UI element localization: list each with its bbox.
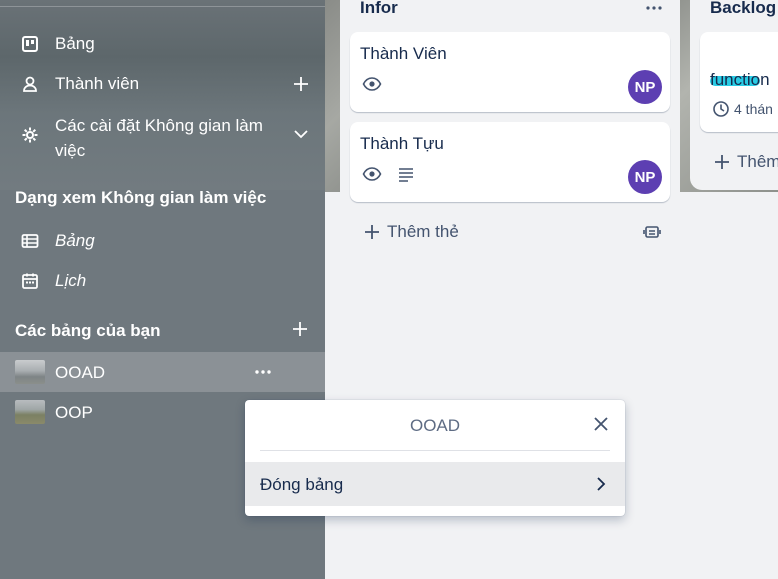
person-icon [20,74,40,94]
list-infor: Infor Thành Viên NP Thành Tựu NP Thêm th… [340,0,680,260]
gear-icon [20,125,40,145]
card-title: Thành Viên [360,44,447,63]
sidebar-item-label: Các cài đặt Không gian làm việc [55,113,263,163]
sidebar-item-label-line2: việc [55,141,86,160]
list-title[interactable]: Backlog [710,0,776,18]
card-thanh-tuu[interactable]: Thành Tựu NP [350,122,670,202]
sidebar-item-workspace-settings[interactable]: Các cài đặt Không gian làm việc [0,113,325,161]
board-icon [20,34,40,54]
card-title: Thành Tựu [360,134,444,153]
list-backlog: Backlog function 4 thán Thêm [690,0,778,190]
board-thumbnail [15,360,45,384]
due-date-badge: 4 thán [712,100,773,118]
card-function[interactable]: function 4 thán [700,32,778,132]
due-date-text: 4 thán [734,101,773,117]
sidebar-item-calendar-view[interactable]: Lịch [0,270,325,292]
board-name: OOAD [55,363,106,382]
card-title: function [710,70,770,89]
popover-title: OOAD [409,416,461,435]
chevron-down-icon[interactable] [291,124,311,144]
description-icon [396,164,416,184]
add-board-plus-icon[interactable] [291,320,311,340]
sidebar-item-label: Bảng [55,34,95,53]
eye-icon [362,74,382,94]
sidebar-item-label: Thành viên [55,74,140,93]
sidebar-item-label: Bảng [55,231,95,250]
sidebar-item-table-view[interactable]: Bảng [0,230,325,252]
plus-icon[interactable] [291,74,311,94]
plus-icon [712,152,732,172]
more-options-icon[interactable] [253,362,273,382]
close-icon[interactable] [591,414,611,434]
calendar-icon [20,271,40,291]
sidebar-item-label-line1: Các cài đặt Không gian làm [55,116,263,135]
list-menu-icon[interactable] [644,0,664,18]
list-title[interactable]: Infor [360,0,398,18]
close-board-menu-item[interactable]: Đóng bảng [245,462,625,506]
sidebar-item-members[interactable]: Thành viên [0,73,325,95]
add-card-label: Thêm thẻ [387,222,459,241]
sidebar-item-boards[interactable]: Bảng [0,33,325,55]
board-name: OOP [55,403,93,422]
table-icon [20,231,40,251]
member-avatar[interactable]: NP [628,70,662,104]
plus-icon [362,222,382,242]
eye-icon [362,164,382,184]
sidebar-board-ooad[interactable]: OOAD [0,352,325,392]
card-template-icon[interactable] [642,222,662,242]
sidebar-divider [0,6,325,7]
views-heading: Dạng xem Không gian làm việc [15,188,267,207]
add-card-button[interactable]: Thêm [712,152,778,172]
add-card-button[interactable]: Thêm thẻ [362,222,459,242]
popover-divider [260,450,610,451]
boards-heading: Các bảng của bạn [15,321,161,340]
sidebar-item-label: Lịch [55,271,87,290]
clock-icon [713,101,729,117]
board-thumbnail [15,400,45,424]
chevron-right-icon [591,474,611,494]
card-thanh-vien[interactable]: Thành Viên NP [350,32,670,112]
board-actions-popover: OOAD Đóng bảng [245,400,625,516]
add-card-label: Thêm [737,152,778,171]
menu-item-label: Đóng bảng [260,475,344,494]
member-avatar[interactable]: NP [628,160,662,194]
